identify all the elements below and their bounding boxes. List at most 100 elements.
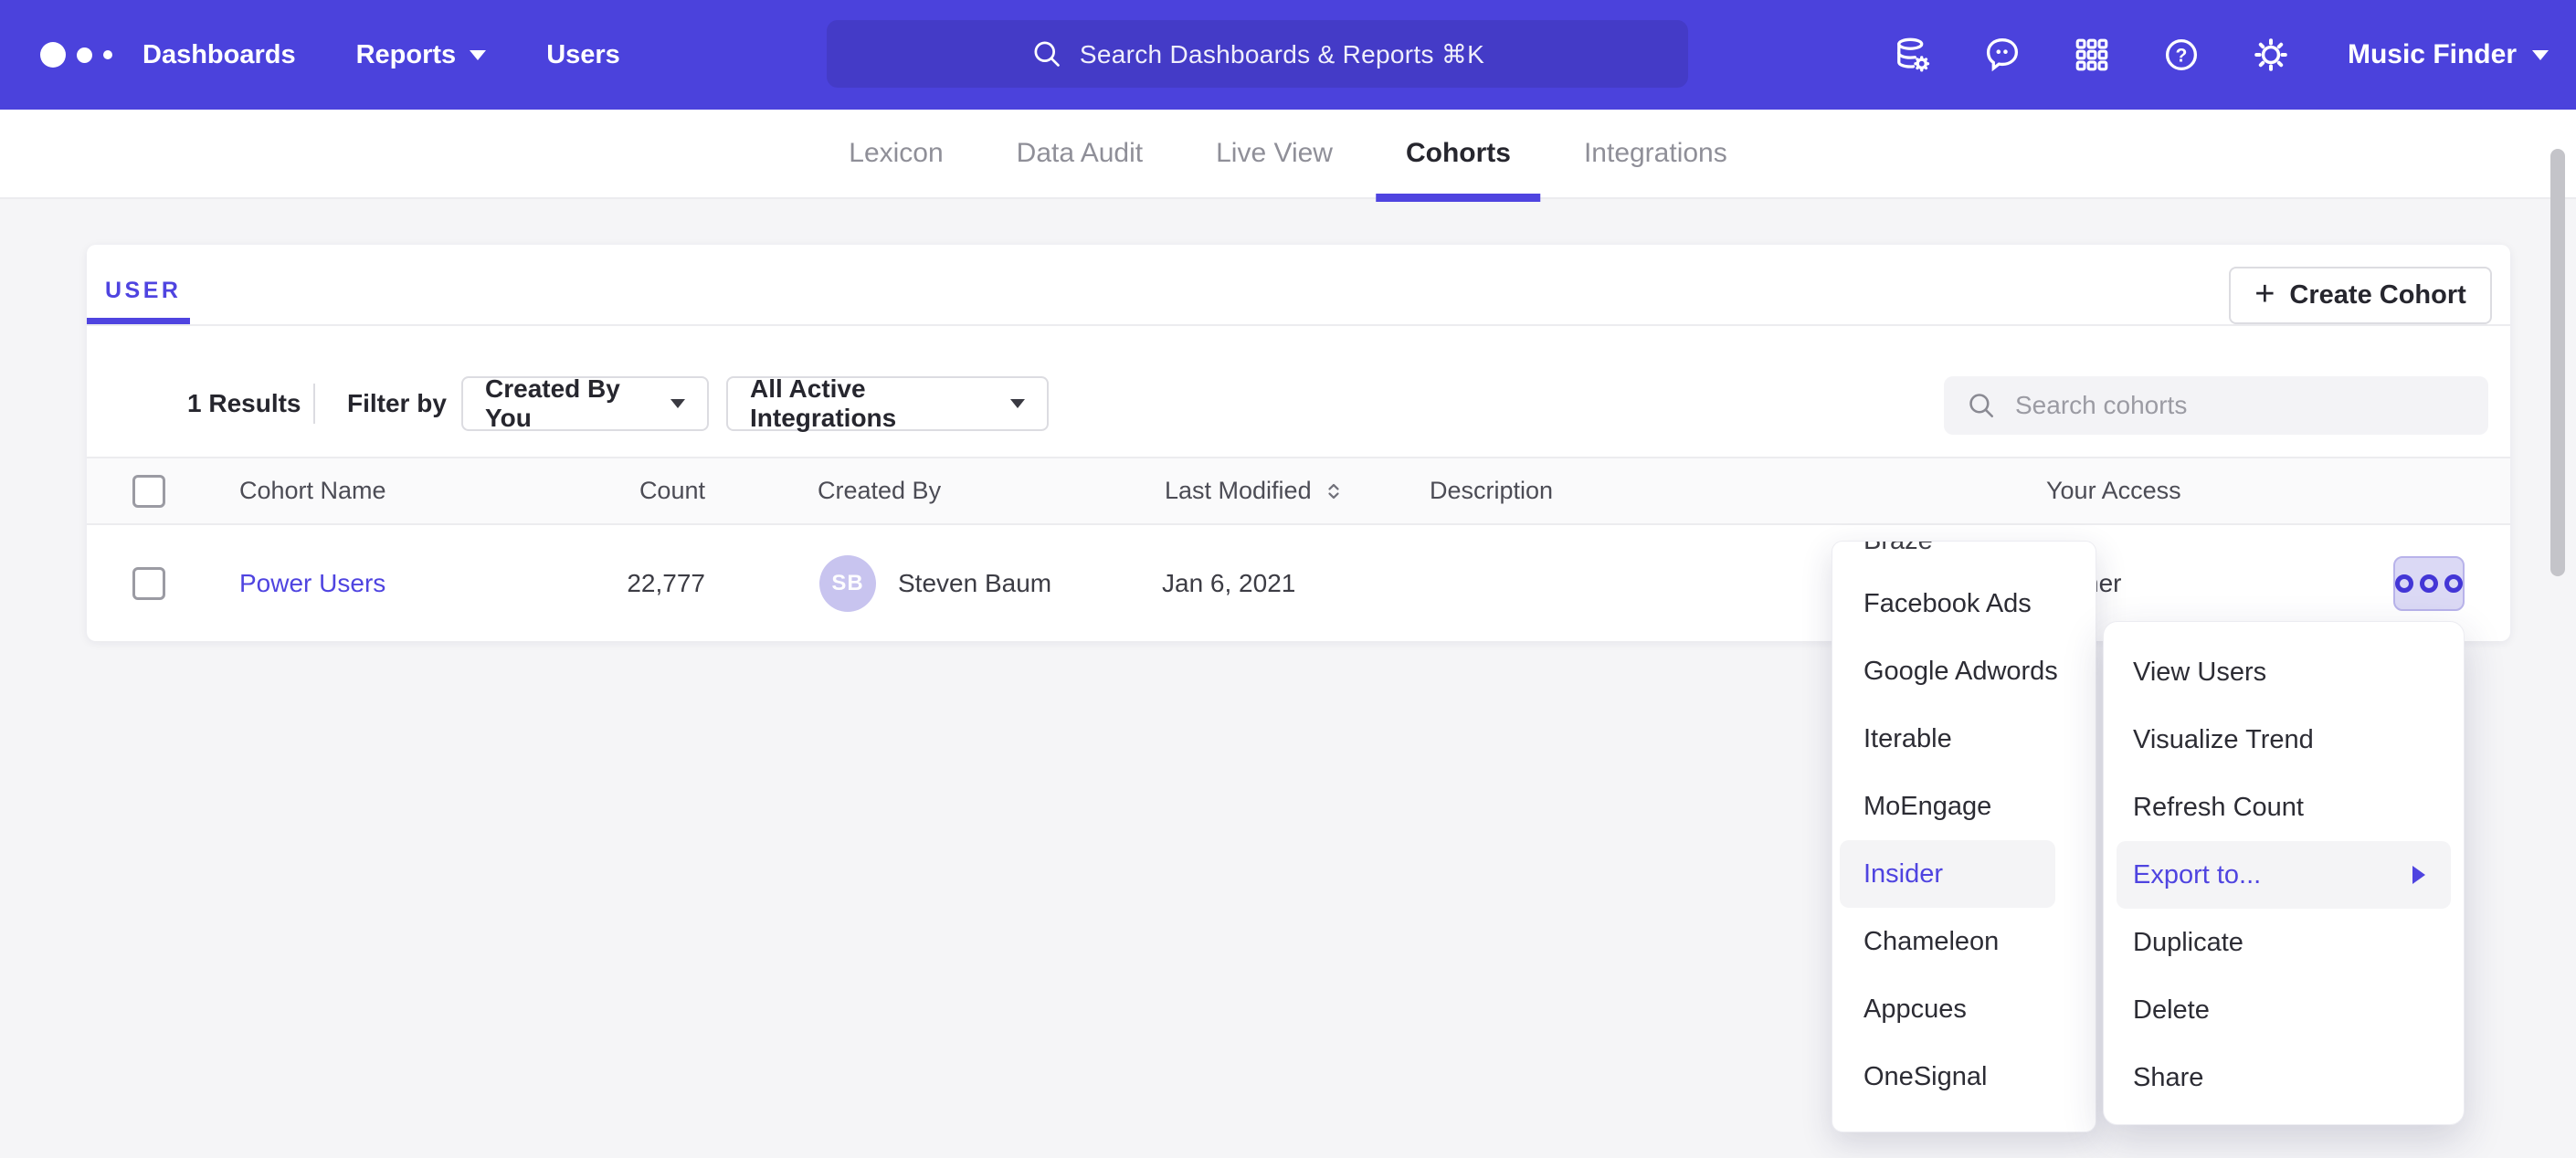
created-by-name: Steven Baum (898, 569, 1051, 598)
global-search-input[interactable]: Search Dashboards & Reports ⌘K (827, 20, 1688, 88)
last-modified-cell: Jan 6, 2021 (1162, 569, 1295, 598)
secondary-tabs: Lexicon Data Audit Live View Cohorts Int… (849, 110, 1726, 197)
tab-lexicon[interactable]: Lexicon (849, 110, 943, 197)
nav-reports-label: Reports (356, 40, 457, 70)
logo-dot-large (40, 42, 66, 68)
menu-item-view-users[interactable]: View Users (2104, 638, 2464, 706)
menu-item-braze-clipped[interactable]: Braze (1832, 542, 2096, 557)
row-more-actions-button[interactable] (2393, 556, 2465, 611)
nav-users-label: Users (546, 40, 620, 70)
integrations-filter-value: All Active Integrations (750, 374, 990, 433)
menu-item-visualize-trend[interactable]: Visualize Trend (2104, 706, 2464, 774)
navbar-right-group: ? Music Finder (1893, 0, 2549, 110)
col-description[interactable]: Description (1430, 458, 1553, 523)
tab-cohorts[interactable]: Cohorts (1406, 110, 1511, 197)
menu-item-onesignal[interactable]: OneSignal (1832, 1043, 2096, 1111)
create-cohort-button[interactable]: + Create Cohort (2229, 267, 2492, 324)
col-created-by[interactable]: Created By (818, 458, 941, 523)
chevron-down-icon (2532, 50, 2549, 60)
nav-dashboards-label: Dashboards (143, 40, 296, 70)
menu-item-export-to-label: Export to... (2133, 860, 2261, 890)
user-tab-underline (87, 318, 190, 324)
cohorts-panel: USER + Create Cohort 1 Results Filter by… (87, 245, 2510, 641)
logo-dot-small (103, 50, 112, 59)
col-cohort-name[interactable]: Cohort Name (239, 458, 386, 523)
project-switcher[interactable]: Music Finder (2348, 39, 2549, 70)
search-icon (1030, 37, 1063, 70)
submenu-arrow-icon (2412, 866, 2425, 884)
avatar: SB (819, 555, 876, 612)
top-navbar: Dashboards Reports Users Search Dashboar… (0, 0, 2576, 110)
nav-reports[interactable]: Reports (356, 40, 487, 70)
nav-users[interactable]: Users (546, 40, 620, 70)
menu-item-share[interactable]: Share (2104, 1044, 2464, 1111)
col-your-access[interactable]: Your Access (2046, 458, 2181, 523)
divider (313, 384, 315, 424)
chevron-down-icon (670, 399, 685, 408)
export-destinations-menu: Braze Facebook Ads Google Adwords Iterab… (1832, 541, 2096, 1132)
help-icon[interactable]: ? (2161, 35, 2201, 75)
row-checkbox-cell (132, 567, 165, 600)
divider (87, 324, 2510, 326)
data-management-icon[interactable] (1893, 35, 1933, 75)
menu-item-insider[interactable]: Insider (1840, 840, 2055, 908)
primary-nav: Dashboards Reports Users (143, 0, 620, 110)
project-name: Music Finder (2348, 39, 2517, 70)
tab-integrations[interactable]: Integrations (1584, 110, 1727, 197)
cohort-search-input[interactable] (1944, 376, 2488, 435)
integrations-filter-dropdown[interactable]: All Active Integrations (726, 376, 1049, 431)
plus-icon: + (2254, 277, 2275, 311)
messages-icon[interactable] (1982, 35, 2022, 75)
global-search-placeholder: Search Dashboards & Reports ⌘K (1080, 39, 1484, 69)
menu-scrollbar-thumb[interactable] (2550, 149, 2565, 576)
more-dots-icon (2444, 574, 2463, 593)
col-last-modified-label: Last Modified (1165, 477, 1312, 505)
secondary-nav: Lexicon Data Audit Live View Cohorts Int… (0, 110, 2576, 199)
apps-grid-icon[interactable] (2072, 35, 2112, 75)
tab-data-audit[interactable]: Data Audit (1017, 110, 1143, 197)
cohort-name-link[interactable]: Power Users (239, 569, 385, 598)
tab-user-cohorts[interactable]: USER (105, 278, 181, 304)
tab-live-view[interactable]: Live View (1216, 110, 1333, 197)
col-last-modified[interactable]: Last Modified (1165, 458, 1345, 523)
select-all-checkbox-cell (132, 458, 165, 523)
menu-item-moengage[interactable]: MoEngage (1832, 773, 2096, 840)
create-cohort-label: Create Cohort (2289, 280, 2465, 311)
menu-item-duplicate[interactable]: Duplicate (2104, 909, 2464, 976)
cohort-search (1944, 376, 2488, 435)
filter-by-label: Filter by (347, 376, 447, 431)
more-dots-icon (2420, 574, 2438, 593)
page: Dashboards Reports Users Search Dashboar… (0, 0, 2576, 1158)
menu-item-iterable[interactable]: Iterable (1832, 705, 2096, 773)
cohort-count: 22,777 (525, 569, 705, 598)
row-actions-menu: View Users Visualize Trend Refresh Count… (2103, 621, 2465, 1125)
mixpanel-logo-icon[interactable] (40, 0, 112, 110)
menu-item-google-adwords[interactable]: Google Adwords (1832, 637, 2096, 705)
chevron-down-icon (470, 50, 486, 60)
col-count[interactable]: Count (525, 458, 705, 523)
chevron-down-icon (1010, 399, 1025, 408)
settings-gear-icon[interactable] (2251, 35, 2291, 75)
sort-icon (1323, 480, 1345, 502)
more-dots-icon (2395, 574, 2413, 593)
created-by-filter-value: Created By You (485, 374, 650, 433)
menu-item-delete[interactable]: Delete (2104, 976, 2464, 1044)
menu-item-export-to[interactable]: Export to... (2117, 841, 2451, 909)
menu-item-braze-label: Braze (1863, 542, 2096, 556)
menu-item-facebook-ads[interactable]: Facebook Ads (1832, 570, 2096, 637)
row-checkbox[interactable] (132, 567, 165, 600)
active-tab-underline (1376, 194, 1540, 202)
logo-dot-medium (77, 47, 92, 63)
tab-cohorts-label: Cohorts (1406, 138, 1511, 168)
menu-item-appcues[interactable]: Appcues (1832, 975, 2096, 1043)
menu-item-chameleon[interactable]: Chameleon (1832, 908, 2096, 975)
created-by-filter-dropdown[interactable]: Created By You (461, 376, 709, 431)
created-by-cell: SB Steven Baum (819, 555, 1051, 612)
select-all-checkbox[interactable] (132, 475, 165, 508)
nav-dashboards[interactable]: Dashboards (143, 40, 296, 70)
table-header: Cohort Name Count Created By Last Modifi… (87, 457, 2510, 525)
menu-item-refresh-count[interactable]: Refresh Count (2104, 774, 2464, 841)
svg-text:?: ? (2176, 46, 2188, 67)
results-count: 1 Results (187, 376, 301, 431)
search-icon (1966, 390, 1997, 421)
